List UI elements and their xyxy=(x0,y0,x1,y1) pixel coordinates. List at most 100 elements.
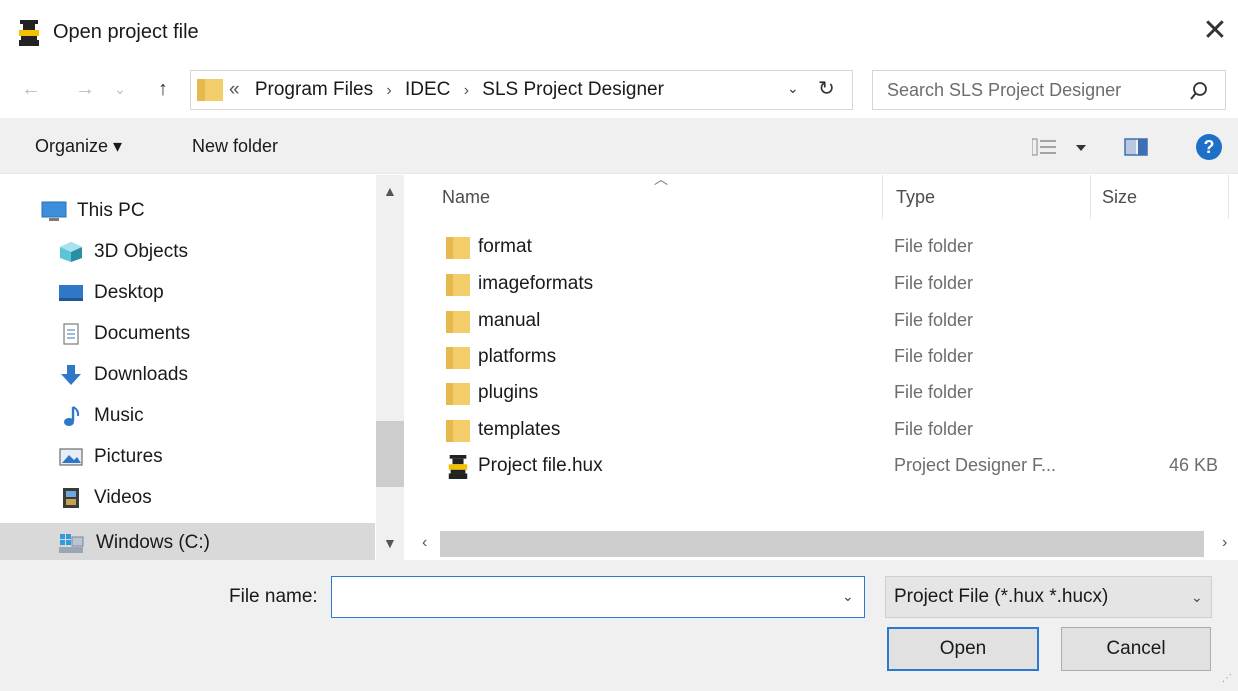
cancel-button[interactable]: Cancel xyxy=(1061,627,1211,671)
file-name: imageformats xyxy=(478,273,594,294)
scroll-left-icon[interactable]: ‹ xyxy=(422,534,427,552)
sidebar-item-3d-objects[interactable]: 3D Objects xyxy=(52,232,375,272)
navigation-pane-scrollbar[interactable]: ▲ ▼ xyxy=(376,175,404,560)
window-title: Open project file xyxy=(53,21,199,43)
table-row[interactable]: format File folder xyxy=(406,229,1238,265)
file-name-dropdown-icon[interactable]: ⌄ xyxy=(842,588,854,605)
sidebar-item-label: Windows (C:) xyxy=(96,532,211,553)
file-name: platforms xyxy=(478,346,557,367)
desktop-icon xyxy=(59,285,83,301)
breadcrumb-sls-project-designer[interactable]: SLS Project Designer xyxy=(482,79,664,100)
address-dropdown-button[interactable]: ⌄ xyxy=(787,80,799,97)
column-header-size[interactable]: Size xyxy=(1102,187,1137,208)
table-row[interactable]: platforms File folder xyxy=(406,339,1238,375)
file-type-filter-value: Project File (*.hux *.hucx) xyxy=(894,586,1109,607)
file-name-label: File name: xyxy=(229,586,318,607)
table-row[interactable]: manual File folder xyxy=(406,303,1238,339)
project-designer-icon xyxy=(19,20,39,46)
sidebar-item-pictures[interactable]: Pictures xyxy=(52,437,375,477)
sidebar-item-label: Videos xyxy=(94,487,152,508)
change-view-icon[interactable] xyxy=(1032,137,1090,157)
sidebar-item-videos[interactable]: Videos xyxy=(52,478,375,518)
column-divider[interactable] xyxy=(1090,175,1091,219)
sidebar-item-downloads[interactable]: Downloads xyxy=(52,355,375,395)
file-name: Project file.hux xyxy=(478,455,603,476)
scrollbar-thumb[interactable] xyxy=(376,421,404,487)
sidebar-item-label: This PC xyxy=(77,200,145,221)
scroll-up-icon[interactable]: ▲ xyxy=(383,183,397,199)
folder-icon xyxy=(197,79,223,101)
address-bar[interactable]: « Program Files › IDEC › SLS Project Des… xyxy=(190,70,853,110)
breadcrumb-separator[interactable]: › xyxy=(464,82,469,99)
file-list-scrollbar[interactable]: ‹ › xyxy=(406,529,1238,559)
new-folder-button[interactable]: New folder xyxy=(192,136,278,157)
pictures-icon xyxy=(59,448,83,466)
file-type: Project Designer F... xyxy=(894,455,1057,475)
file-type: File folder xyxy=(894,310,974,330)
sort-ascending-icon: ︿ xyxy=(654,171,668,187)
file-type: File folder xyxy=(894,346,974,366)
sidebar-item-label: Pictures xyxy=(94,446,163,467)
scrollbar-thumb[interactable] xyxy=(440,531,1204,557)
sidebar-item-label: Music xyxy=(94,405,144,426)
breadcrumb-overflow[interactable]: « xyxy=(229,79,240,100)
videos-icon xyxy=(63,488,79,508)
file-type: File folder xyxy=(894,273,974,293)
back-button[interactable]: ← xyxy=(18,74,44,104)
project-file-icon xyxy=(448,455,468,479)
breadcrumb-separator[interactable]: › xyxy=(386,82,391,99)
folder-icon xyxy=(446,274,470,296)
recent-locations-button[interactable]: ⌄ xyxy=(110,74,130,104)
sidebar-item-windows-c[interactable]: Windows (C:) xyxy=(0,523,375,563)
navigation-bar: ← → ⌄ ↑ « Program Files › IDEC › SLS Pro… xyxy=(0,66,1238,116)
close-button[interactable]: ✕ xyxy=(1198,14,1232,48)
file-list: ︿ Name Type Size format File folder imag… xyxy=(406,171,1238,560)
table-row[interactable]: Project file.hux Project Designer F... 4… xyxy=(406,448,1238,484)
breadcrumb-program-files[interactable]: Program Files xyxy=(255,79,373,100)
file-name-input[interactable] xyxy=(331,576,865,618)
sidebar-item-label: Downloads xyxy=(94,364,188,385)
breadcrumb-idec[interactable]: IDEC xyxy=(405,79,450,100)
sidebar-item-documents[interactable]: Documents xyxy=(52,314,375,354)
sidebar-item-this-pc[interactable]: This PC xyxy=(35,191,375,231)
table-row[interactable]: imageformats File folder xyxy=(406,266,1238,302)
folder-icon xyxy=(446,420,470,442)
up-button[interactable]: ↑ xyxy=(150,74,176,104)
column-divider[interactable] xyxy=(1228,175,1229,219)
scroll-right-icon[interactable]: › xyxy=(1222,534,1227,552)
breadcrumb: « Program Files › IDEC › SLS Project Des… xyxy=(229,79,664,101)
resize-grip-icon[interactable]: ⋰ xyxy=(1222,673,1232,684)
file-name: templates xyxy=(478,419,561,440)
file-type-filter[interactable]: Project File (*.hux *.hucx) ⌄ xyxy=(885,576,1212,618)
sidebar-item-label: 3D Objects xyxy=(94,241,188,262)
file-name: plugins xyxy=(478,382,539,403)
preview-pane-icon[interactable] xyxy=(1124,137,1148,157)
file-size: 46 KB xyxy=(1168,455,1218,475)
dialog-footer: File name: ⌄ Project File (*.hux *.hucx)… xyxy=(0,560,1238,691)
table-row[interactable]: plugins File folder xyxy=(406,375,1238,411)
folder-icon xyxy=(446,237,470,259)
organize-button[interactable]: Organize ▾ xyxy=(35,136,122,157)
sidebar-item-desktop[interactable]: Desktop xyxy=(52,273,375,313)
file-type: File folder xyxy=(894,419,974,439)
column-divider[interactable] xyxy=(882,175,883,219)
scroll-down-icon[interactable]: ▼ xyxy=(383,535,397,551)
navigation-pane: This PC 3D Objects Desktop Documents Dow… xyxy=(0,175,375,563)
file-name: format xyxy=(478,236,532,257)
search-input[interactable]: Search SLS Project Designer xyxy=(887,80,1121,101)
search-icon[interactable] xyxy=(1189,81,1209,101)
3d-objects-icon xyxy=(60,242,82,262)
open-button[interactable]: Open xyxy=(887,627,1039,671)
computer-icon xyxy=(41,201,67,221)
column-header-type[interactable]: Type xyxy=(896,187,935,208)
column-header-name[interactable]: Name xyxy=(442,187,490,208)
sidebar-item-label: Documents xyxy=(94,323,191,344)
search-box[interactable]: Search SLS Project Designer xyxy=(872,70,1226,110)
table-row[interactable]: templates File folder xyxy=(406,412,1238,448)
sidebar-item-music[interactable]: Music xyxy=(52,396,375,436)
sidebar-item-label: Desktop xyxy=(94,282,164,303)
documents-icon xyxy=(63,323,79,345)
refresh-button[interactable]: ↻ xyxy=(818,76,835,101)
forward-button[interactable]: → xyxy=(72,74,98,104)
help-button[interactable]: ? xyxy=(1196,134,1222,160)
